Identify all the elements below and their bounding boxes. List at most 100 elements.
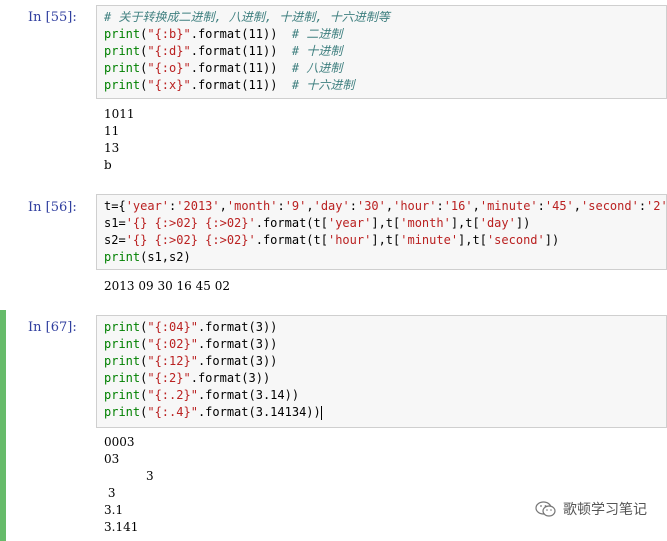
code-line: print("{:x}".format(11)) # 十六进制 <box>104 77 659 94</box>
code-input[interactable]: t={'year':'2013','month':'9','day':'30',… <box>96 194 667 270</box>
code-token: s1= <box>104 216 126 230</box>
code-token: .format(3)) <box>197 354 278 368</box>
cell-prompt: In [55]: <box>28 10 77 25</box>
code-token: 'month' <box>400 216 451 230</box>
code-token: "{:12}" <box>147 354 198 368</box>
code-token: s2= <box>104 233 126 247</box>
code-cell-56[interactable]: In [56]: t={'year':'2013','month':'9','d… <box>0 192 667 302</box>
output-line: 3 <box>104 469 154 483</box>
wechat-icon <box>535 501 556 517</box>
code-line: print("{:o}".format(11)) # 八进制 <box>104 60 659 77</box>
code-token: 'month' <box>226 199 278 213</box>
code-token: "{:.2}" <box>147 388 198 402</box>
output-line: 3.141 <box>104 520 139 534</box>
code-token: print <box>104 27 141 41</box>
code-token: # 十六进制 <box>291 78 355 92</box>
code-token: "{:02}" <box>147 337 198 351</box>
code-token: .format(11)) <box>190 44 292 58</box>
code-token: "{:.4}" <box>147 405 198 419</box>
code-line: print("{:.4}".format(3.14134)) <box>104 404 659 421</box>
code-token: '2' <box>646 199 667 213</box>
code-token: : <box>638 199 647 213</box>
code-token: print <box>104 371 141 385</box>
code-token: print <box>104 320 141 334</box>
code-input[interactable]: # 关于转换成二进制, 八进制, 十进制, 十六进制等 print("{:b}".… <box>96 5 667 99</box>
code-token: print <box>104 250 141 264</box>
code-token: : <box>349 199 357 213</box>
code-token: '45' <box>544 199 574 213</box>
code-token: '2013' <box>176 199 220 213</box>
code-line: print(s1,s2) <box>104 249 659 266</box>
code-token: ]) <box>515 216 531 230</box>
code-token: .format(3)) <box>197 337 278 351</box>
cell-output: 0003 03 3 3 3.1 3.141 <box>104 434 154 536</box>
cell-output: 2013 09 30 16 45 02 <box>104 278 230 295</box>
code-token: print <box>104 44 141 58</box>
code-token: print <box>104 78 141 92</box>
code-token: , <box>472 199 480 213</box>
code-token: "{:04}" <box>147 320 198 334</box>
code-token: .format(t[ <box>255 216 328 230</box>
code-token: "{:x}" <box>147 78 191 92</box>
code-token: ],t[ <box>458 233 487 247</box>
code-token: .format(11)) <box>190 27 292 41</box>
code-token: '{} {:>02} {:>02}' <box>125 216 256 230</box>
code-line: s2='{} {:>02} {:>02}'.format(t['hour'],t… <box>104 232 659 249</box>
cell-output: 1011 11 13 b <box>104 106 135 174</box>
code-token: # 二进制 <box>291 27 343 41</box>
code-token: '16' <box>443 199 473 213</box>
code-token: , <box>219 199 227 213</box>
output-line: 0003 <box>104 435 135 449</box>
code-token: print <box>104 405 141 419</box>
code-token: "{:o}" <box>147 61 191 75</box>
code-token: .format(11)) <box>190 61 292 75</box>
code-token: t={ <box>104 199 126 213</box>
code-token: : <box>436 199 444 213</box>
code-token: ],t[ <box>371 233 401 247</box>
code-token: ]) <box>544 233 560 247</box>
code-token: print <box>104 354 141 368</box>
code-token: print <box>104 337 141 351</box>
code-line: print("{:02}".format(3)) <box>104 336 659 353</box>
output-line: 3.1 <box>104 503 124 517</box>
code-token: .format(3.14134)) <box>197 405 321 419</box>
code-token: "{:b}" <box>147 27 191 41</box>
code-line: print("{:2}".format(3)) <box>104 370 659 387</box>
code-token: 'hour' <box>393 199 437 213</box>
output-line: 03 <box>104 452 120 466</box>
watermark: 歌顿学习笔记 <box>535 499 647 519</box>
code-token: .format(3)) <box>190 371 271 385</box>
code-line: print("{:.2}".format(3.14)) <box>104 387 659 404</box>
code-token: .format(3)) <box>197 320 278 334</box>
code-token: print <box>104 388 141 402</box>
code-line: t={'year':'2013','month':'9','day':'30',… <box>104 198 667 215</box>
code-token: : <box>537 199 545 213</box>
code-token: , <box>306 199 314 213</box>
code-line: print("{:d}".format(11)) # 十进制 <box>104 43 659 60</box>
code-token: .format(t[ <box>255 233 328 247</box>
code-token: 'day' <box>313 199 350 213</box>
code-token: 'second' <box>581 199 639 213</box>
code-token: 'minute' <box>400 233 459 247</box>
code-token: print <box>104 61 141 75</box>
code-cell-55[interactable]: In [55]: # 关于转换成二进制, 八进制, 十进制, 十六进制等 prin… <box>0 0 667 185</box>
code-line: print("{:b}".format(11)) # 二进制 <box>104 26 659 43</box>
cell-prompt: In [67]: <box>28 320 77 335</box>
code-token: "{:d}" <box>147 44 191 58</box>
code-token: # 关于转换成二进制, 八进制, 十进制, 十六进制等 <box>104 10 390 24</box>
output-line: 3 <box>104 486 116 500</box>
code-token: : <box>277 199 285 213</box>
code-line: print("{:04}".format(3)) <box>104 319 659 336</box>
code-token: "{:2}" <box>147 371 191 385</box>
code-input[interactable]: print("{:04}".format(3)) print("{:02}".fo… <box>96 315 667 428</box>
code-token: 'second' <box>486 233 545 247</box>
code-token: , <box>573 199 582 213</box>
code-token: '9' <box>284 199 307 213</box>
code-token: 'hour' <box>327 233 372 247</box>
output-line: 11 <box>104 124 120 138</box>
output-line: b <box>104 158 112 172</box>
cell-prompt: In [56]: <box>28 200 77 215</box>
code-line: s1='{} {:>02} {:>02}'.format(t['year'],t… <box>104 215 659 232</box>
code-token: '{} {:>02} {:>02}' <box>125 233 256 247</box>
output-line: 2013 09 30 16 45 02 <box>104 279 230 293</box>
